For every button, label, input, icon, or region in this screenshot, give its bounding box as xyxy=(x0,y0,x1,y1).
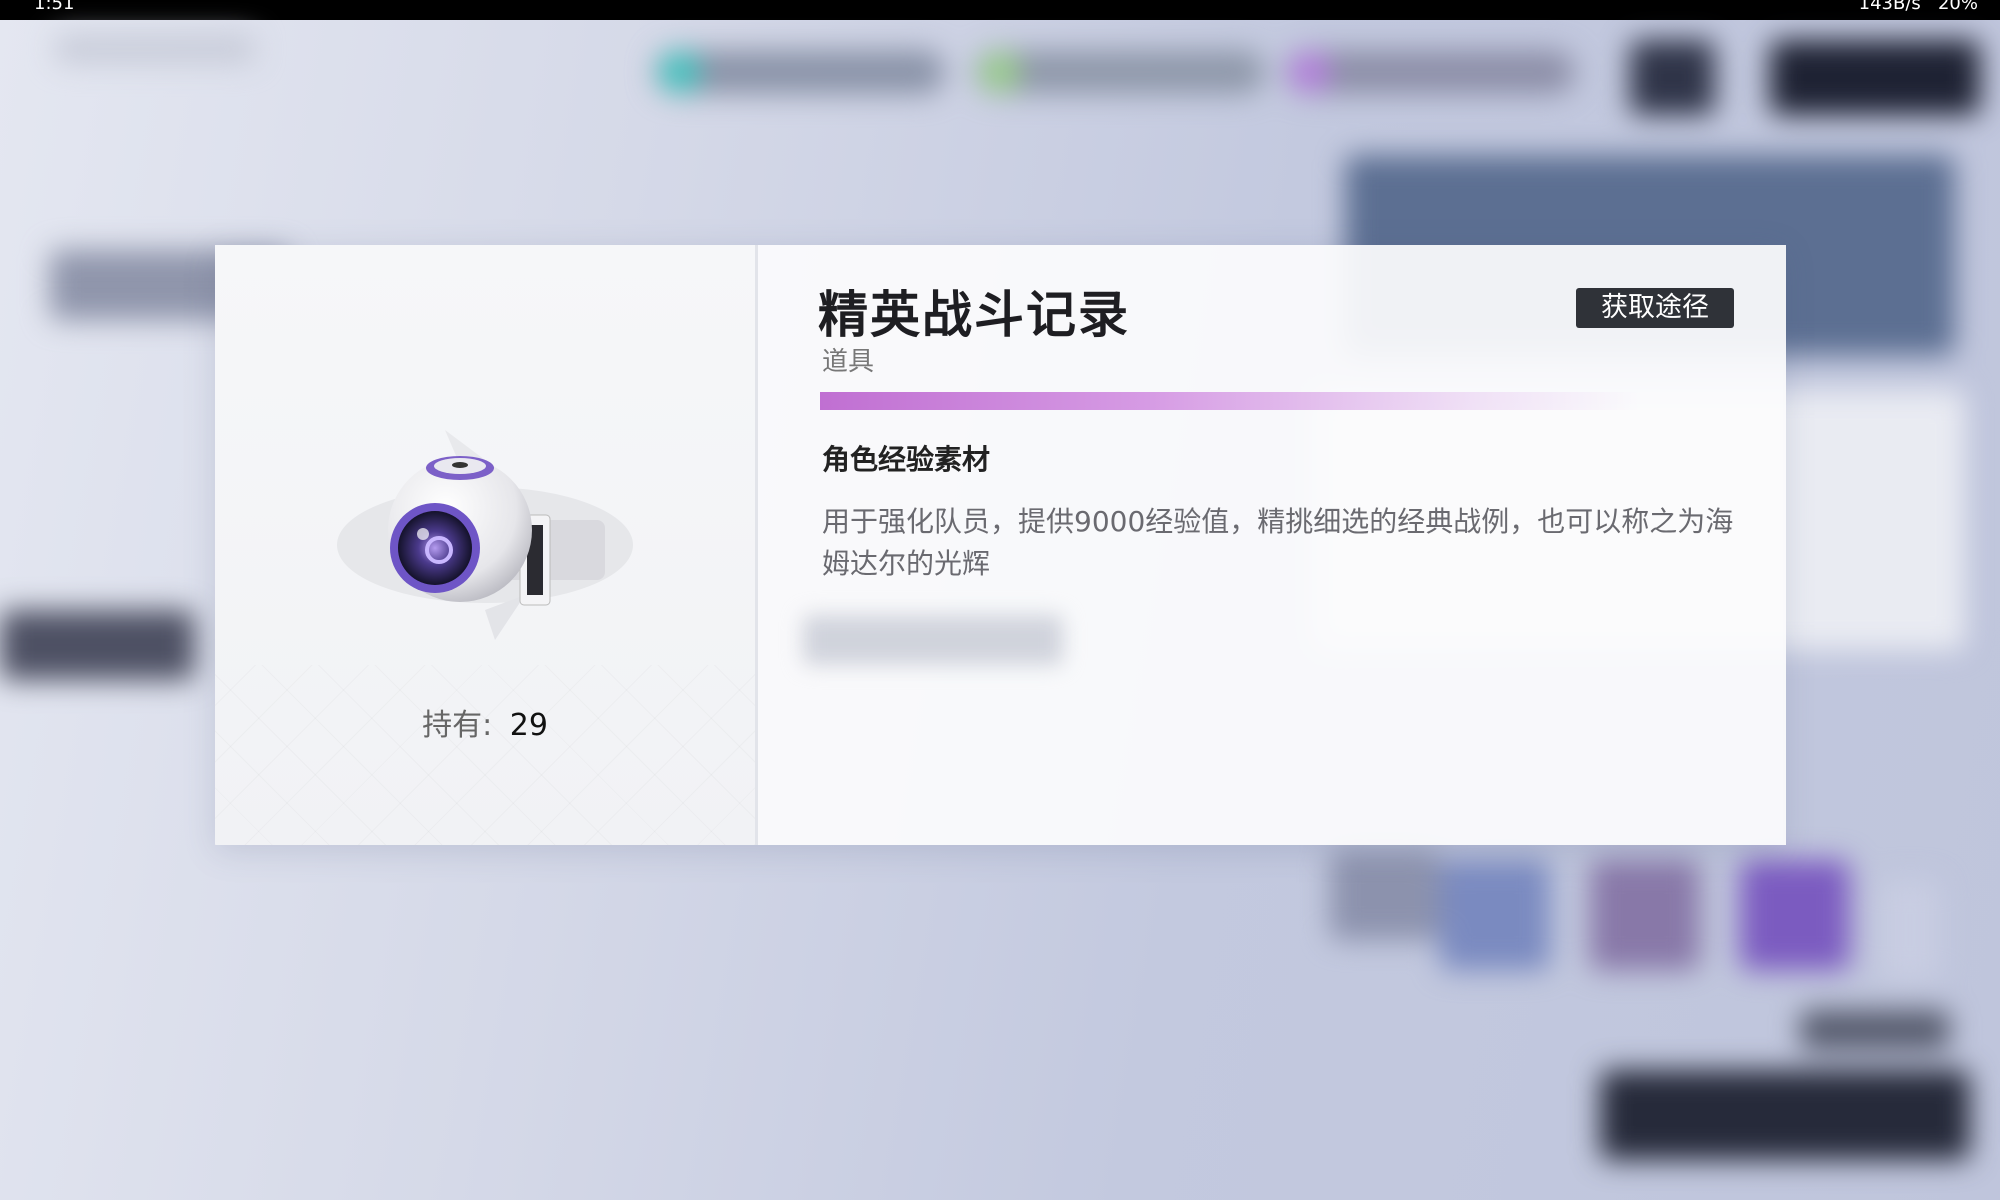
status-time: 1:51 xyxy=(34,0,75,14)
status-bar: 1:51 143B/s 20% xyxy=(0,0,2000,20)
net-speed: 143B/s xyxy=(1858,0,1921,14)
status-right: 143B/s 20% xyxy=(1859,0,1978,14)
item-category: 角色经验素材 xyxy=(822,443,991,476)
item-type: 道具 xyxy=(822,347,875,377)
owned-label: 持有: xyxy=(422,708,493,743)
owned-value: 29 xyxy=(509,708,548,743)
item-preview-panel: 持有: 29 xyxy=(215,245,755,845)
item-description: 用于强化队员，提供9000经验值，精挑细选的经典战例，也可以称之为海姆达尔的光辉 xyxy=(822,505,1734,580)
item-info-panel: 精英战斗记录 道具 获取途径 角色经验素材 用于强化队员，提供9000经验值，精… xyxy=(755,245,1786,845)
acquire-source-button[interactable]: 获取途径 xyxy=(1576,288,1734,328)
rarity-bar xyxy=(820,392,1640,410)
battery-level: 20% xyxy=(1937,0,1978,14)
item-title: 精英战斗记录 xyxy=(818,286,1130,344)
camera-item-icon xyxy=(337,430,633,640)
blurred-placeholder xyxy=(803,615,1063,665)
decorative-pattern xyxy=(215,665,755,845)
owned-count: 持有: 29 xyxy=(215,700,755,744)
item-detail-dialog: 持有: 29 精英战斗记录 道具 获取途径 角色经验素材 用于强化队员，提供90… xyxy=(215,245,1786,845)
